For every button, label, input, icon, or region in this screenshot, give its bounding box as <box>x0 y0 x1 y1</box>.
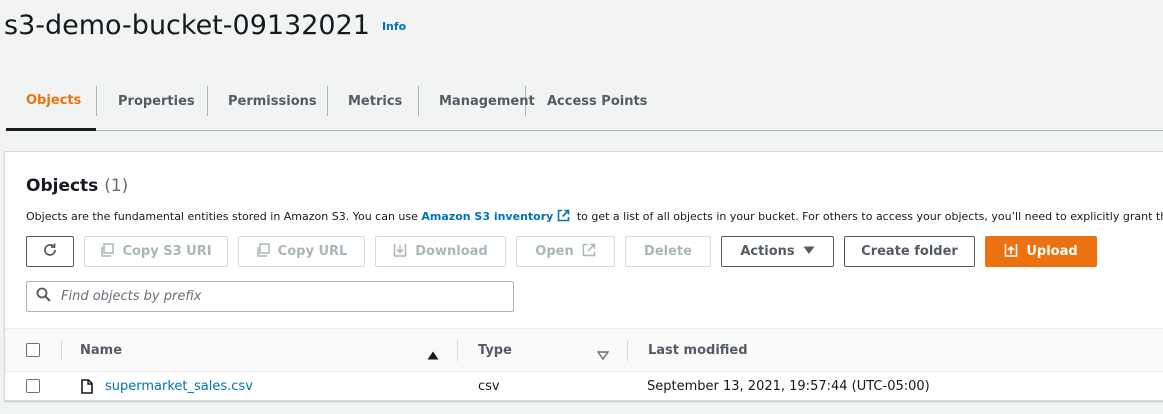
external-link-icon <box>557 209 570 225</box>
upload-button[interactable]: Upload <box>985 236 1097 267</box>
download-icon <box>393 243 407 261</box>
tab-objects[interactable]: Objects <box>6 72 96 131</box>
sort-ascending-icon[interactable] <box>427 345 439 364</box>
objects-description: Objects are the fundamental entities sto… <box>26 209 1163 225</box>
download-button[interactable]: Download <box>375 236 506 267</box>
upload-icon <box>1004 243 1018 261</box>
tab-management[interactable]: Management <box>419 72 535 130</box>
column-divider <box>457 340 458 361</box>
external-link-icon <box>582 243 596 261</box>
description-text-suffix: to get a list of all objects in your buc… <box>576 210 1163 223</box>
refresh-icon <box>42 242 58 262</box>
objects-heading-label: Objects <box>26 176 99 196</box>
caret-down-icon <box>803 244 815 259</box>
open-button[interactable]: Open <box>516 236 615 267</box>
column-header-last-modified[interactable]: Last modified <box>648 329 748 371</box>
column-divider <box>627 340 628 361</box>
search-box[interactable] <box>26 281 514 312</box>
info-link[interactable]: Info <box>382 20 406 33</box>
select-all-checkbox[interactable] <box>26 343 40 357</box>
row-checkbox[interactable] <box>26 379 40 393</box>
objects-count: (1) <box>104 176 129 196</box>
object-name-link[interactable]: supermarket_sales.csv <box>105 372 253 401</box>
object-last-modified: September 13, 2021, 19:57:44 (UTC-05:00) <box>647 379 930 394</box>
tab-access-points[interactable]: Access Points <box>526 72 656 130</box>
objects-panel: Objects (1) Objects are the fundamental … <box>4 151 1163 401</box>
refresh-button[interactable] <box>26 236 74 267</box>
column-header-type[interactable]: Type <box>478 329 512 371</box>
table-row[interactable]: supermarket_sales.csv csv September 13, … <box>5 372 1163 401</box>
delete-label: Delete <box>644 244 692 259</box>
tab-permissions[interactable]: Permissions <box>208 72 327 130</box>
bucket-tabs: Objects Properties Permissions Metrics M… <box>6 72 1163 131</box>
table-header: Name Type Last modified <box>5 328 1163 372</box>
copy-url-label: Copy URL <box>277 244 348 259</box>
tab-properties[interactable]: Properties <box>97 72 207 130</box>
copy-s3-uri-button[interactable]: Copy S3 URI <box>84 236 228 267</box>
search-icon <box>27 287 51 306</box>
s3-bucket-page: s3-demo-bucket-09132021 Info Objects Pro… <box>0 0 1163 414</box>
file-icon <box>81 372 93 401</box>
search-input[interactable] <box>59 288 483 305</box>
copy-url-button[interactable]: Copy URL <box>238 236 365 267</box>
objects-heading: Objects (1) <box>26 176 128 196</box>
column-header-name[interactable]: Name <box>80 329 122 371</box>
column-divider <box>61 340 62 361</box>
copy-icon <box>256 242 270 261</box>
delete-button[interactable]: Delete <box>625 236 711 267</box>
tab-metrics[interactable]: Metrics <box>328 72 418 130</box>
upload-label: Upload <box>1026 244 1078 259</box>
actions-label: Actions <box>740 244 795 259</box>
download-label: Download <box>415 244 488 259</box>
s3-inventory-link[interactable]: Amazon S3 inventory <box>421 210 553 223</box>
page-header: s3-demo-bucket-09132021 Info <box>4 10 406 41</box>
page-title: s3-demo-bucket-09132021 <box>4 10 370 41</box>
description-text: Objects are the fundamental entities sto… <box>26 210 418 223</box>
open-label: Open <box>535 244 574 259</box>
copy-icon <box>100 242 115 261</box>
copy-s3-uri-label: Copy S3 URI <box>122 244 212 259</box>
create-folder-button[interactable]: Create folder <box>844 236 975 267</box>
create-folder-label: Create folder <box>861 244 958 259</box>
sort-descending-icon[interactable] <box>596 345 610 364</box>
actions-dropdown[interactable]: Actions <box>721 236 834 267</box>
object-type: csv <box>478 379 500 394</box>
